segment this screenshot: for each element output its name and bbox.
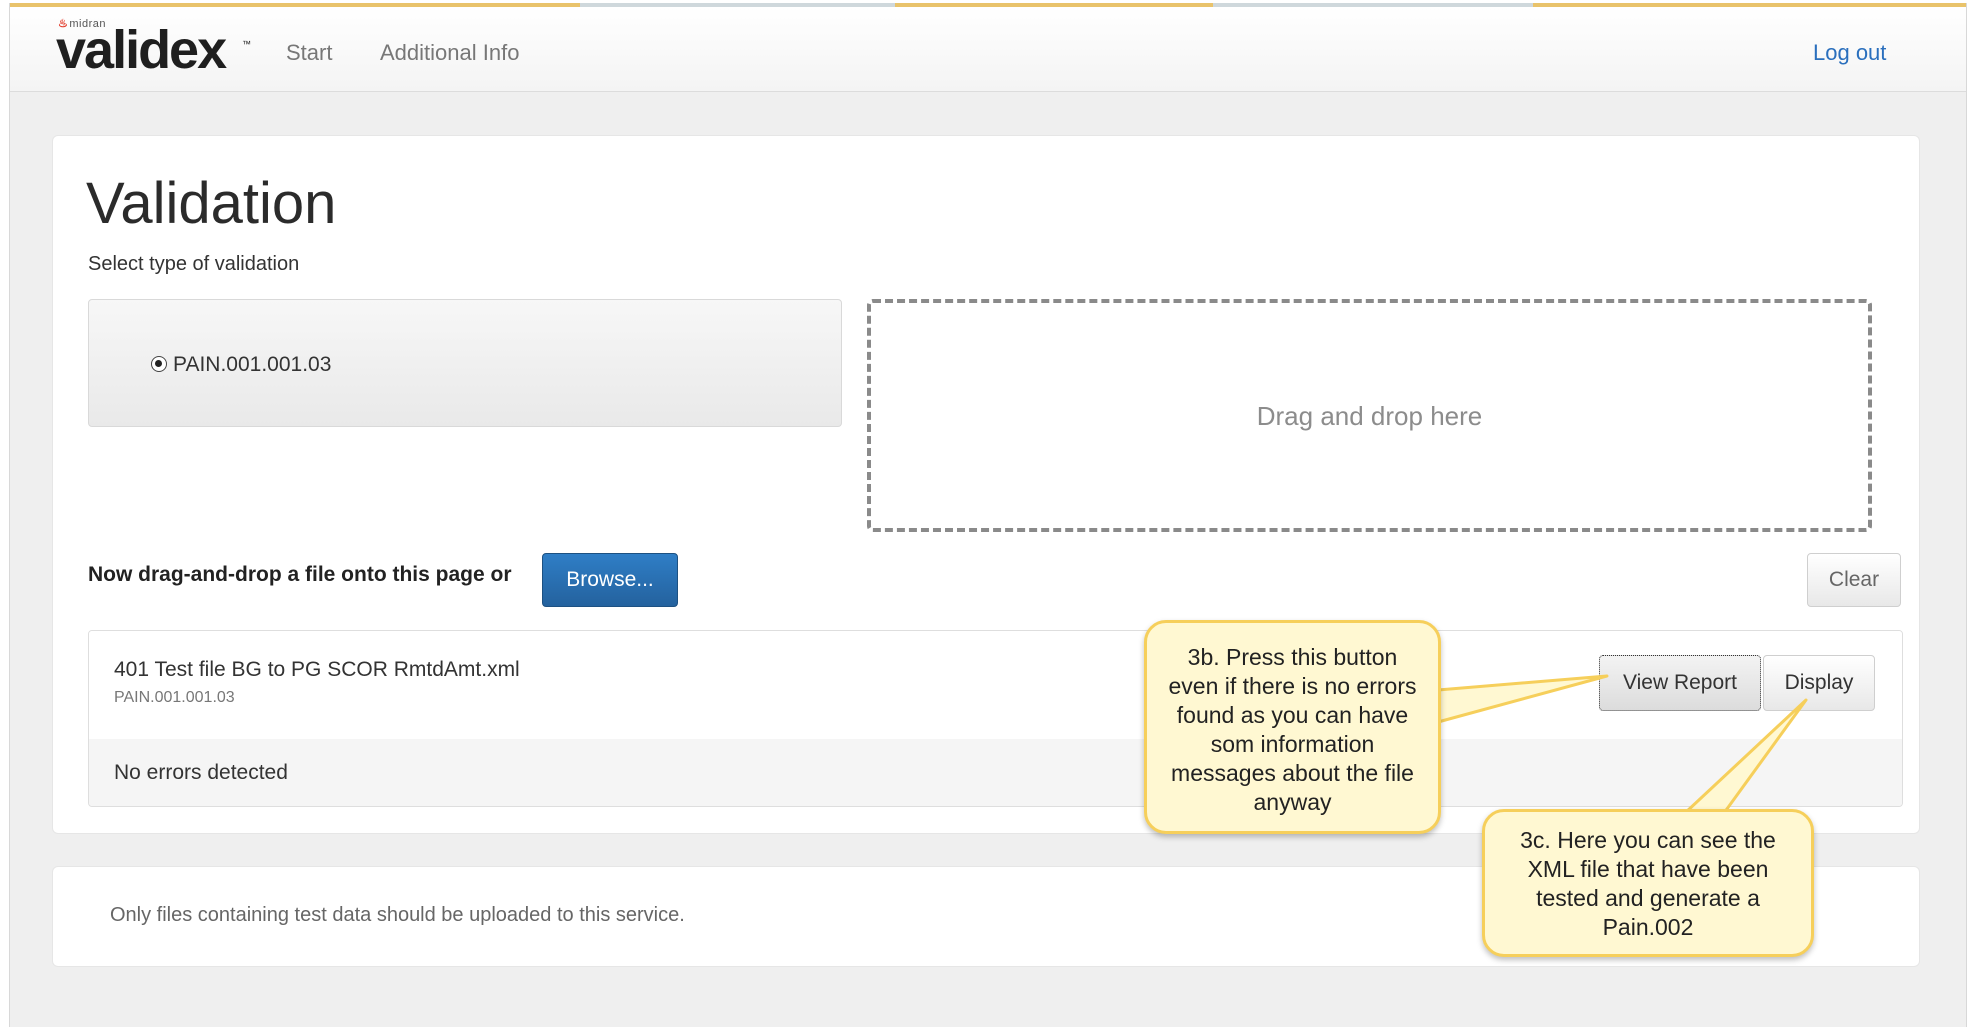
- file-row: 401 Test file BG to PG SCOR RmtdAmt.xml …: [89, 631, 1902, 740]
- navbar: ♨midran validex ™ Start Additional Info …: [10, 7, 1966, 92]
- page-title: Validation: [86, 171, 337, 236]
- nav-link-start[interactable]: Start: [286, 40, 332, 66]
- validation-type-well: PAIN.001.001.03: [88, 299, 842, 427]
- radio-selected-icon[interactable]: [151, 356, 167, 372]
- logo-wordmark: validex: [56, 20, 227, 80]
- display-button[interactable]: Display: [1763, 655, 1875, 711]
- radio-option-label: PAIN.001.001.03: [173, 353, 332, 376]
- validation-status-text: No errors detected: [114, 761, 288, 784]
- callout-3b: 3b. Press this button even if there is n…: [1144, 620, 1441, 834]
- footer-notice: Only files containing test data should b…: [110, 904, 685, 926]
- upload-instruction: Now drag-and-drop a file onto this page …: [88, 563, 512, 586]
- drop-zone-text: Drag and drop here: [1256, 401, 1483, 431]
- file-name: 401 Test file BG to PG SCOR RmtdAmt.xml: [114, 658, 520, 681]
- drop-zone[interactable]: Drag and drop here: [867, 299, 1872, 532]
- view-report-button[interactable]: View Report: [1599, 655, 1761, 711]
- file-type: PAIN.001.001.03: [114, 689, 235, 706]
- file-result-box: 401 Test file BG to PG SCOR RmtdAmt.xml …: [88, 630, 1903, 807]
- validation-panel: Validation Select type of validation PAI…: [52, 135, 1920, 834]
- validation-type-label: Select type of validation: [88, 253, 300, 275]
- browse-button[interactable]: Browse...: [542, 553, 678, 607]
- logo-trademark: ™: [242, 39, 251, 49]
- callout-3c: 3c. Here you can see the XML file that h…: [1482, 809, 1814, 957]
- logout-link[interactable]: Log out: [1813, 40, 1886, 66]
- clear-button[interactable]: Clear: [1807, 553, 1901, 607]
- validex-logo[interactable]: ♨midran validex ™: [56, 15, 256, 81]
- radio-option-pain[interactable]: PAIN.001.001.03: [151, 353, 331, 377]
- validation-status-row: No errors detected: [89, 739, 1902, 806]
- nav-link-additional-info[interactable]: Additional Info: [380, 40, 519, 66]
